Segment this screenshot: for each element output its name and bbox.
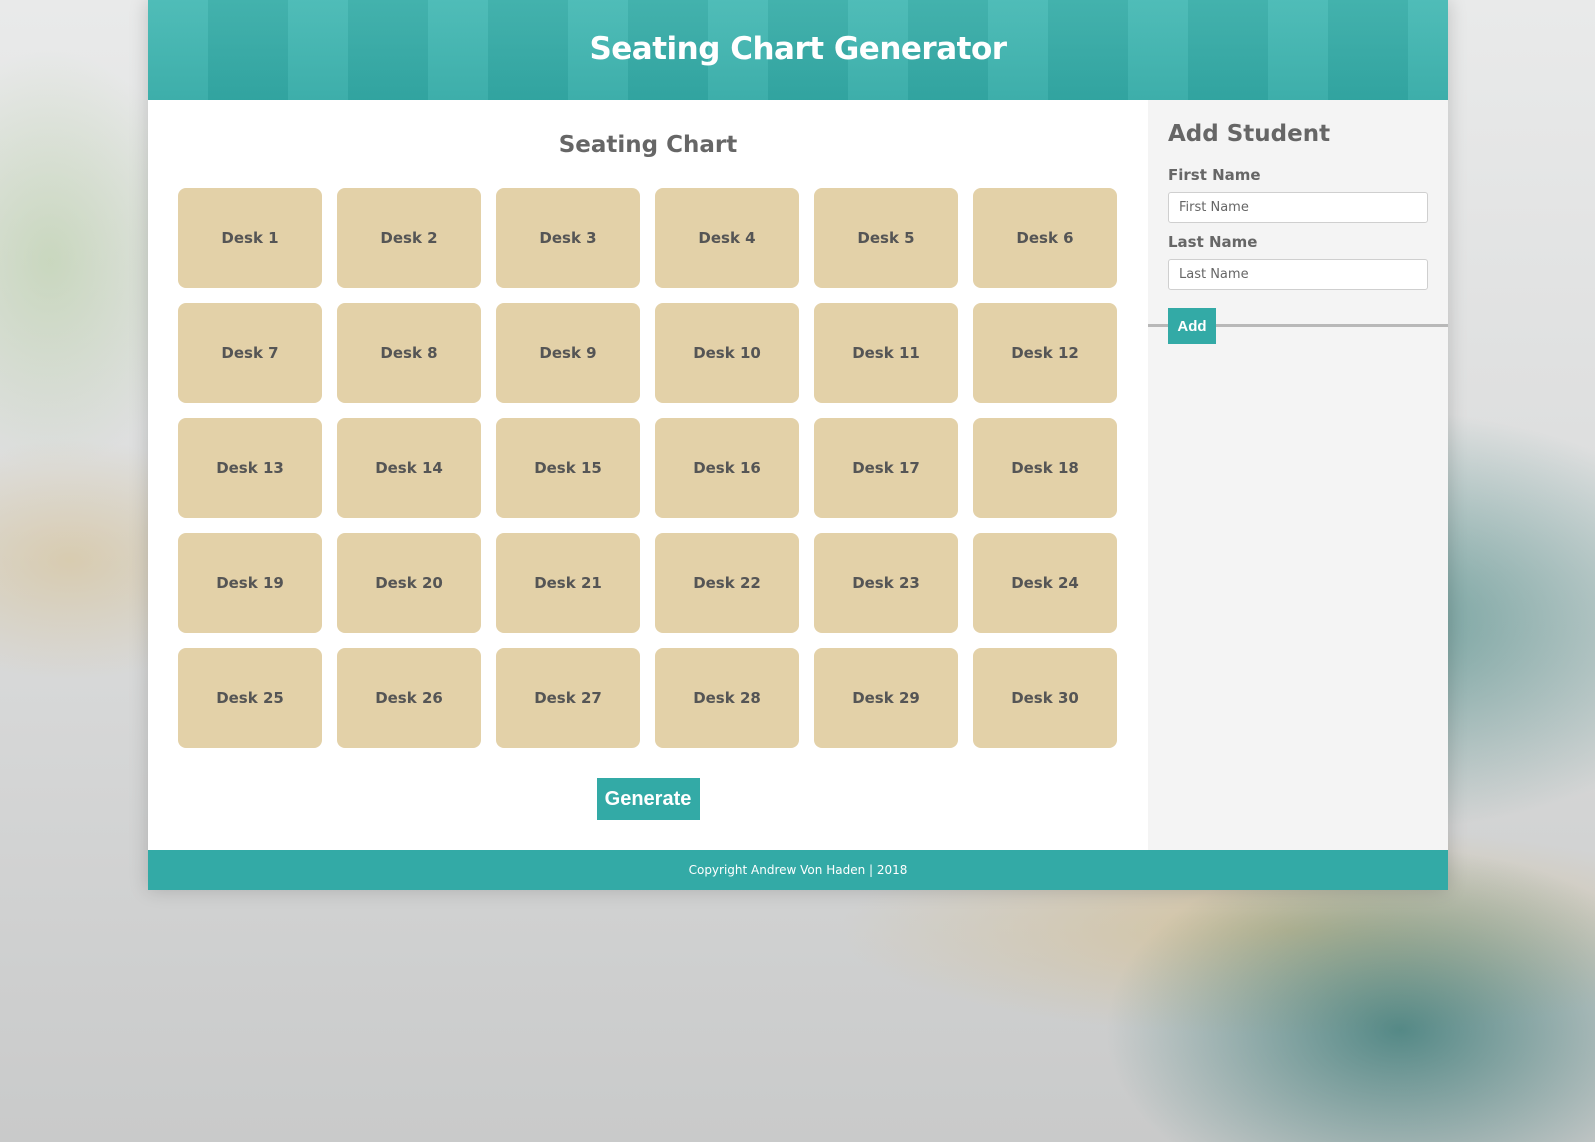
- desk[interactable]: Desk 16: [655, 418, 799, 518]
- desk[interactable]: Desk 4: [655, 188, 799, 288]
- desk[interactable]: Desk 21: [496, 533, 640, 633]
- first-name-label: First Name: [1168, 166, 1261, 184]
- content-area: Seating Chart Desk 1 Desk 2 Desk 3 Desk …: [148, 100, 1448, 850]
- desk[interactable]: Desk 2: [337, 188, 481, 288]
- seating-chart-title: Seating Chart: [558, 132, 738, 158]
- desk[interactable]: Desk 29: [814, 648, 958, 748]
- add-student-button[interactable]: Add: [1168, 308, 1216, 344]
- last-name-input[interactable]: [1168, 259, 1428, 290]
- app-window: Seating Chart Generator Seating Chart De…: [148, 0, 1448, 890]
- desk[interactable]: Desk 8: [337, 303, 481, 403]
- page-footer: Copyright Andrew Von Haden | 2018: [148, 850, 1448, 890]
- desk[interactable]: Desk 17: [814, 418, 958, 518]
- add-student-title: Add Student: [1168, 121, 1331, 147]
- desk[interactable]: Desk 1: [178, 188, 322, 288]
- desk[interactable]: Desk 25: [178, 648, 322, 748]
- desk[interactable]: Desk 26: [337, 648, 481, 748]
- desk-grid: Desk 1 Desk 2 Desk 3 Desk 4 Desk 5 Desk …: [178, 188, 1148, 748]
- desk[interactable]: Desk 30: [973, 648, 1117, 748]
- desk[interactable]: Desk 24: [973, 533, 1117, 633]
- desk[interactable]: Desk 11: [814, 303, 958, 403]
- desk[interactable]: Desk 3: [496, 188, 640, 288]
- desk[interactable]: Desk 23: [814, 533, 958, 633]
- desk[interactable]: Desk 22: [655, 533, 799, 633]
- first-name-input[interactable]: [1168, 192, 1428, 223]
- page-header: Seating Chart Generator: [148, 0, 1448, 100]
- desk[interactable]: Desk 6: [973, 188, 1117, 288]
- generate-button[interactable]: Generate: [596, 778, 700, 820]
- desk[interactable]: Desk 20: [337, 533, 481, 633]
- add-student-form: Add Student First Name Last Name Add: [1148, 100, 1448, 344]
- desk[interactable]: Desk 28: [655, 648, 799, 748]
- desk[interactable]: Desk 27: [496, 648, 640, 748]
- desk[interactable]: Desk 5: [814, 188, 958, 288]
- desk[interactable]: Desk 15: [496, 418, 640, 518]
- desk[interactable]: Desk 18: [973, 418, 1117, 518]
- desk[interactable]: Desk 10: [655, 303, 799, 403]
- last-name-label: Last Name: [1168, 233, 1258, 251]
- generate-row: Generate: [148, 778, 1148, 820]
- desk[interactable]: Desk 9: [496, 303, 640, 403]
- sidebar: Add Student First Name Last Name Add: [1148, 100, 1448, 850]
- desk[interactable]: Desk 14: [337, 418, 481, 518]
- desk[interactable]: Desk 12: [973, 303, 1117, 403]
- desk[interactable]: Desk 19: [178, 533, 322, 633]
- desk[interactable]: Desk 13: [178, 418, 322, 518]
- copyright-text: Copyright Andrew Von Haden | 2018: [688, 863, 908, 877]
- page-title: Seating Chart Generator: [589, 31, 1007, 67]
- seating-chart-section: Seating Chart Desk 1 Desk 2 Desk 3 Desk …: [148, 100, 1148, 850]
- desk[interactable]: Desk 7: [178, 303, 322, 403]
